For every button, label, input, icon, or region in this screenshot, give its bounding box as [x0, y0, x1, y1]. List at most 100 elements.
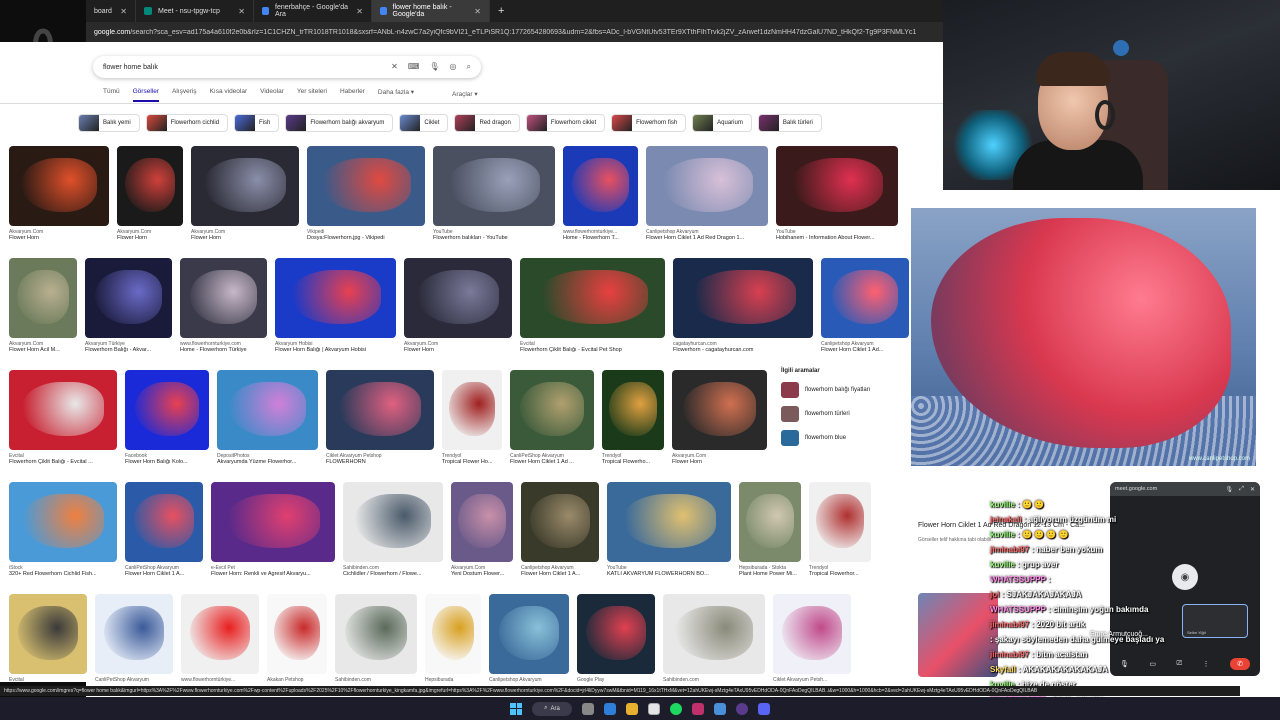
browser-tab[interactable]: fenerbahçe - Google'da Ara ✕: [254, 0, 372, 22]
filter-chip[interactable]: Red dragon: [454, 114, 520, 132]
result-caption[interactable]: Home - Flowerhorn Türkiye: [180, 347, 267, 353]
discord-icon[interactable]: [758, 702, 770, 715]
result-thumbnail[interactable]: [521, 482, 599, 562]
spotify-icon[interactable]: [670, 702, 682, 715]
related-search-item[interactable]: flowerhorn blue: [781, 430, 901, 446]
result-thumbnail[interactable]: [442, 370, 502, 450]
result-caption[interactable]: Flowerhorn Çiklit Balığı - Evcital ...: [9, 459, 117, 465]
result-thumbnail[interactable]: [217, 370, 318, 450]
result-caption[interactable]: Flower Horn: [117, 235, 183, 241]
result-thumbnail[interactable]: [425, 594, 481, 674]
edge-icon[interactable]: [604, 702, 616, 715]
result-caption[interactable]: FLOWERHORN: [326, 459, 434, 465]
image-result[interactable]: Sahibinden.com Cichlidler / Flowerhorn / …: [343, 482, 443, 577]
keyboard-icon[interactable]: ⌨: [408, 62, 420, 72]
image-result[interactable]: Hepsiburada · Stokta Plant Home Power Mi.…: [739, 482, 801, 577]
result-thumbnail[interactable]: [181, 594, 259, 674]
image-result[interactable]: Facebook Flower Horn Balığı Kolo...: [125, 370, 209, 465]
result-thumbnail[interactable]: [9, 370, 117, 450]
result-caption[interactable]: Flowerhorn Çiklit Balığı - Evcital Pet S…: [520, 347, 665, 353]
obs-icon[interactable]: [736, 702, 748, 715]
image-result[interactable]: cagatayhurcan.com Flowerhorn - cagatayhur…: [673, 258, 813, 353]
image-result[interactable]: CanliPetShop Akvaryum Flower Horn Ciklet …: [510, 370, 594, 465]
mic-small-icon[interactable]: 🎙: [1226, 486, 1234, 493]
result-caption[interactable]: Flower Horn Ciklet 1 Ad Red Dragon 1...: [646, 235, 768, 241]
image-result[interactable]: www.flowerhornturkiye.com Home - Flowerho…: [180, 258, 267, 353]
expand-icon[interactable]: ⤢: [1239, 486, 1244, 493]
result-caption[interactable]: Flower Horn: [9, 235, 109, 241]
result-thumbnail[interactable]: [95, 594, 173, 674]
image-result[interactable]: iStock 320+ Red Flowerhorn Cichlid Fish..…: [9, 482, 117, 577]
result-thumbnail[interactable]: [404, 258, 512, 338]
image-result[interactable]: Canlipetshop Akvaryum Flower Horn Ciklet …: [521, 482, 599, 577]
image-result[interactable]: Akvaryum Hobisi Flower Horn Balığı | Akva…: [275, 258, 396, 353]
image-result[interactable]: Google Play: [577, 594, 655, 682]
app-icon[interactable]: [692, 702, 704, 715]
image-result[interactable]: Akvaryum.Com Flower Horn: [404, 258, 512, 353]
result-thumbnail[interactable]: [577, 594, 655, 674]
image-result[interactable]: Akvaryum.Com Flower Horn Acil M...: [9, 258, 77, 353]
tab-close-icon[interactable]: ✕: [356, 7, 363, 16]
result-thumbnail[interactable]: [9, 482, 117, 562]
result-thumbnail[interactable]: [180, 258, 267, 338]
result-caption[interactable]: Hobihanem - Information About Flower...: [776, 235, 898, 241]
chrome-icon[interactable]: [648, 702, 660, 715]
result-thumbnail[interactable]: [211, 482, 335, 562]
image-preview[interactable]: www.canlipetshop.com: [911, 208, 1256, 466]
result-caption[interactable]: Tropical Flowerhor...: [809, 571, 871, 577]
image-result[interactable]: Akvaryum.Com Flower Horn: [9, 146, 109, 241]
image-result[interactable]: www.flowerhorntürkiye...: [181, 594, 259, 682]
result-caption[interactable]: Tropical Flowerho...: [602, 459, 664, 465]
image-result[interactable]: Evcital Flowerhorn Çiklit Balığı - Evcita…: [9, 370, 117, 465]
nav-tab[interactable]: Videolar: [260, 88, 284, 102]
result-thumbnail[interactable]: [821, 258, 909, 338]
image-result[interactable]: YouTube Flowerhorn balıkları - YouTube: [433, 146, 555, 241]
filter-chip[interactable]: Fish: [234, 114, 280, 132]
result-thumbnail[interactable]: [433, 146, 555, 226]
result-thumbnail[interactable]: [191, 146, 299, 226]
result-thumbnail[interactable]: [9, 594, 87, 674]
result-caption[interactable]: Flower Horn: [191, 235, 299, 241]
nav-tab[interactable]: Tümü: [103, 88, 120, 102]
result-caption[interactable]: Flower Horn Ciklet 1 Ad ...: [510, 459, 594, 465]
image-result[interactable]: Vikipedi Dosya:Flowerhorn.jpg - Vikipedi: [307, 146, 425, 241]
browser-tab[interactable]: flower home balık - Google'da ✕: [372, 0, 490, 22]
address-bar[interactable]: google.com/search?sca_esv=ad175a4a610f2e…: [86, 22, 943, 42]
nav-tab[interactable]: Yer siteleri: [297, 88, 327, 102]
image-result[interactable]: Akvaryum.Com Flower Horn: [117, 146, 183, 241]
result-thumbnail[interactable]: [510, 370, 594, 450]
image-result[interactable]: Akvaryum Türkiye Flowerhorn Balığı - Akva…: [85, 258, 172, 353]
image-result[interactable]: Trendyol Tropical Flower Ho...: [442, 370, 502, 465]
result-caption[interactable]: Flower Horn Ciklet 1 A...: [125, 571, 203, 577]
result-caption[interactable]: Flower Horn Ciklet 1 Ad...: [821, 347, 909, 353]
image-result[interactable]: Trendyol Tropical Flowerhor...: [809, 482, 871, 577]
result-caption[interactable]: Tropical Flower Ho...: [442, 459, 502, 465]
result-caption[interactable]: Flower Horn: [672, 459, 767, 465]
result-caption[interactable]: Flower Horn: Renkli ve Agresif Akvaryu..…: [211, 571, 335, 577]
image-result[interactable]: Akakan Petshop: [267, 594, 327, 682]
image-result[interactable]: Trendyol Tropical Flowerho...: [602, 370, 664, 465]
tab-close-icon[interactable]: ✕: [474, 7, 481, 16]
image-result[interactable]: Canlipetshop Akvaryum: [489, 594, 569, 682]
filter-chip[interactable]: Aquarium: [692, 114, 752, 132]
tab-close-icon[interactable]: ✕: [238, 7, 245, 16]
mic-icon[interactable]: 🎙: [429, 62, 439, 72]
related-search-item[interactable]: flowerhorn balığı fiyatları: [781, 382, 901, 398]
result-thumbnail[interactable]: [326, 370, 434, 450]
image-result[interactable]: YouTube Hobihanem - Information About Flo…: [776, 146, 898, 241]
result-caption[interactable]: Yeni Dostum Flower...: [451, 571, 513, 577]
image-result[interactable]: www.flowerhornturkiye... Home - Flowerhor…: [563, 146, 638, 241]
result-thumbnail[interactable]: [85, 258, 172, 338]
image-result[interactable]: CanliPetShop Akvaryum: [95, 594, 173, 682]
result-thumbnail[interactable]: [125, 370, 209, 450]
result-thumbnail[interactable]: [9, 258, 77, 338]
result-thumbnail[interactable]: [809, 482, 871, 562]
filter-chip[interactable]: Flowerhorn balığı akvaryum: [285, 114, 394, 132]
result-thumbnail[interactable]: [275, 258, 396, 338]
result-caption[interactable]: Dosya:Flowerhorn.jpg - Vikipedi: [307, 235, 425, 241]
result-caption[interactable]: Flower Horn Ciklet 1 A...: [521, 571, 599, 577]
image-result[interactable]: Akvaryum.Com Flower Horn: [672, 370, 767, 465]
file-explorer-icon[interactable]: [626, 702, 638, 715]
result-caption[interactable]: Flower Horn Balığı Kolo...: [125, 459, 209, 465]
nav-tab[interactable]: Alışveriş: [172, 88, 197, 102]
